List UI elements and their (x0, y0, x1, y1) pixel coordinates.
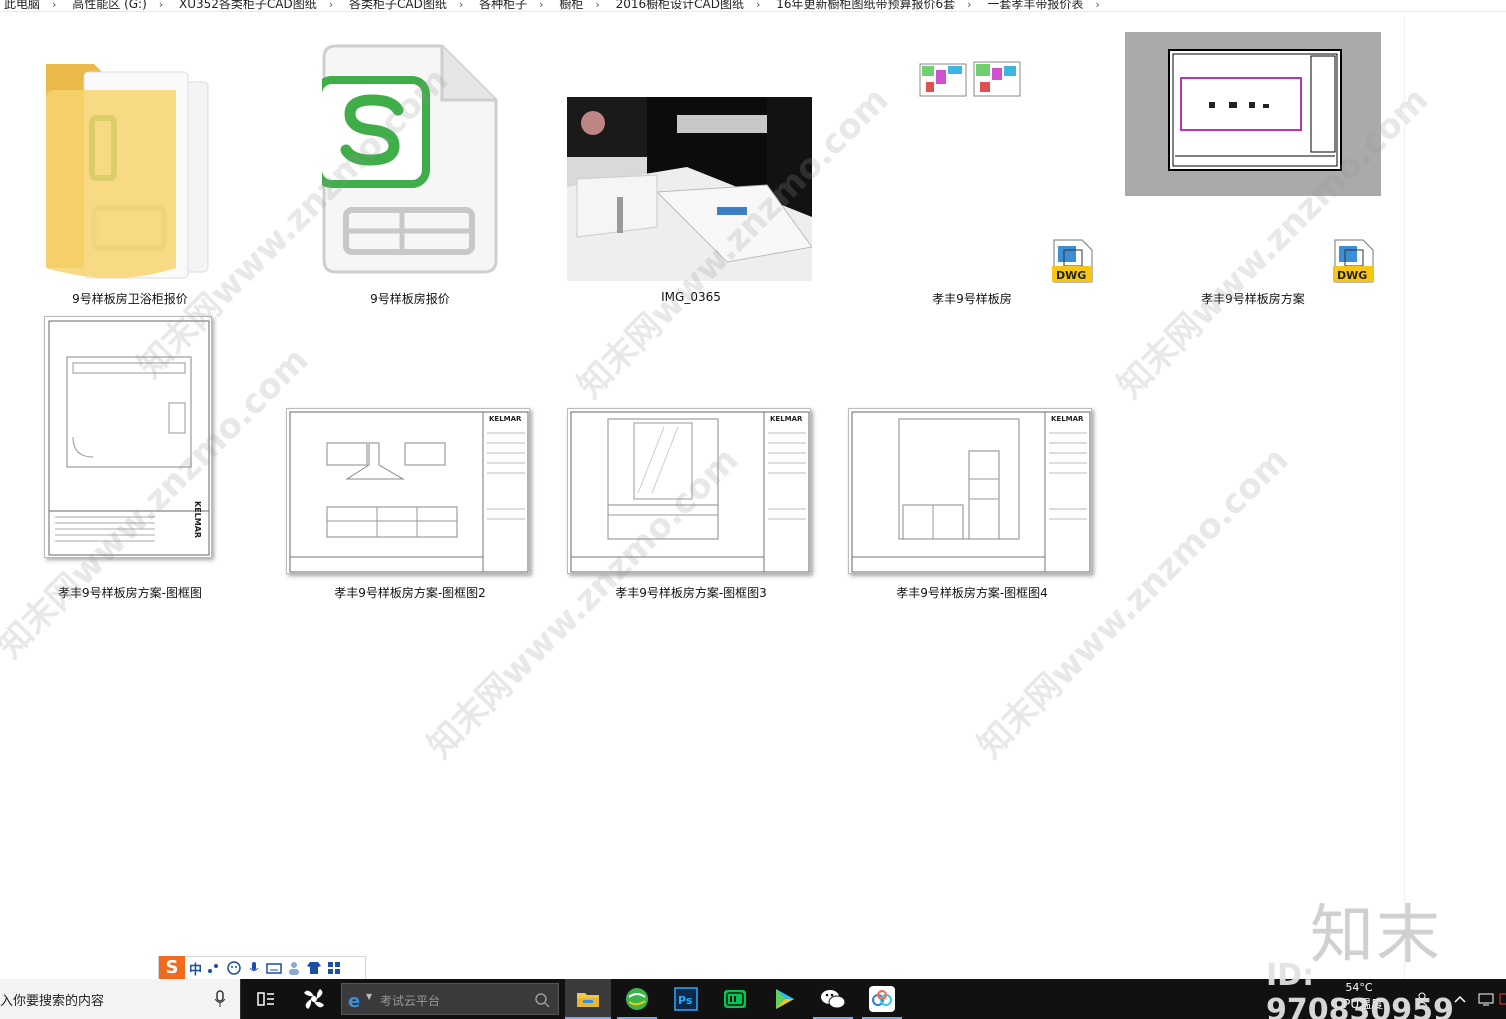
chevron-right-icon[interactable]: › (531, 0, 551, 15)
svg-text:Ps: Ps (678, 994, 693, 1007)
breadcrumb: 此电脑 › 高性能区 (G:) › XU352各类柜子CAD图纸 › 各类柜子CAD图… (0, 0, 1506, 12)
chevron-right-icon[interactable]: › (1087, 0, 1107, 15)
drawing-thumbnail: KELMAR (567, 408, 811, 574)
file-name: 孝丰9号样板房方案-图框图4 (896, 586, 1048, 600)
punctuation-icon[interactable] (206, 961, 222, 975)
breadcrumb-item[interactable]: 16年更新橱柜图纸带预算报价6套 (772, 0, 959, 14)
breadcrumb-item[interactable]: 橱柜 (555, 0, 587, 14)
ie-icon[interactable]: e (346, 990, 366, 1010)
folder-spreadsheet-icon (46, 64, 209, 279)
skin-shirt-icon[interactable] (306, 961, 322, 975)
file-item[interactable]: 9号样板房报价 (280, 40, 540, 310)
file-item[interactable]: KELMAR 孝丰9号样板房方案-图框图4 (842, 314, 1102, 600)
breadcrumb-item[interactable]: 一套孝丰带报价表 (983, 0, 1087, 14)
file-name: 孝丰9号样板房 (932, 292, 1012, 306)
file-list: 9号样板房卫浴柜报价 9号样板房报价 IMG_0365 DWG 孝丰9号样板房 … (0, 16, 1436, 979)
file-item[interactable]: DWG 孝丰9号样板房 (842, 40, 1102, 310)
video-player-icon[interactable] (770, 985, 798, 1013)
cad-layout-preview (1125, 32, 1381, 196)
chevron-right-icon[interactable]: › (748, 0, 768, 15)
floor-plan-preview (919, 61, 1021, 97)
breadcrumb-item[interactable]: 各类柜子CAD图纸 (345, 0, 451, 14)
taskbar-search-box[interactable]: 入你要搜索的内容 (0, 979, 241, 1019)
dwg-badge-text: DWG (1056, 269, 1086, 282)
photoshop-icon[interactable]: Ps (672, 985, 700, 1013)
ime-logo-icon[interactable]: S (159, 956, 185, 980)
chevron-right-icon[interactable]: › (321, 0, 341, 15)
file-item[interactable]: 9号样板房卫浴柜报价 (0, 40, 260, 310)
chevron-right-icon[interactable]: › (451, 0, 471, 15)
drawing-brand-logo: KELMAR (770, 415, 803, 423)
file-item[interactable]: IMG_0365 (561, 40, 821, 310)
ie-placeholder: 考试云平台 (380, 994, 441, 1008)
svg-text:e: e (348, 991, 360, 1010)
chevron-right-icon[interactable]: › (151, 0, 171, 15)
watermark-id: ID: 970830959 (1266, 958, 1454, 1019)
wechat-icon[interactable] (819, 985, 847, 1013)
drawing-brand-logo: KELMAR (489, 415, 522, 423)
search-placeholder: 入你要搜索的内容 (0, 994, 105, 1009)
user-icon[interactable] (286, 961, 302, 975)
microphone-icon[interactable] (246, 961, 262, 975)
ime-toolbar[interactable]: S 中 (158, 956, 366, 980)
ie-address-box[interactable]: e ▼ 考试云平台 (341, 983, 559, 1015)
file-item[interactable]: KELMAR 孝丰9号样板房方案-图框图2 (280, 314, 540, 600)
dwg-badge-text: DWG (1337, 269, 1367, 282)
ime-mode-toggle[interactable]: 中 (189, 959, 202, 978)
emoji-icon[interactable] (226, 961, 242, 975)
file-name: 孝丰9号样板房方案-图框图3 (615, 586, 767, 600)
drawing-brand-logo: KELMAR (1051, 415, 1084, 423)
chevron-right-icon[interactable]: › (959, 0, 979, 15)
microphone-icon[interactable] (214, 990, 226, 1008)
drawing-thumbnail: KELMAR (44, 316, 212, 558)
file-name: 9号样板房卫浴柜报价 (72, 292, 188, 306)
dwg-badge-icon: DWG (1052, 239, 1093, 283)
task-view-icon[interactable] (252, 985, 280, 1013)
breadcrumb-item[interactable]: XU352各类柜子CAD图纸 (175, 0, 321, 14)
file-item[interactable]: DWG 孝丰9号样板房方案 (1123, 32, 1383, 310)
drawing-brand-logo: KELMAR (193, 501, 202, 538)
drawing-thumbnail: KELMAR (848, 408, 1092, 574)
file-name: 孝丰9号样板房方案-图框图2 (334, 586, 486, 600)
chevron-right-icon[interactable]: › (587, 0, 607, 15)
dwg-badge-icon: DWG (1333, 239, 1374, 283)
file-name: 孝丰9号样板房方案 (1201, 292, 1305, 306)
drawing-thumbnail: KELMAR (286, 408, 530, 574)
scrollbar-track[interactable] (1404, 16, 1405, 979)
chevron-right-icon[interactable]: › (44, 0, 64, 15)
breadcrumb-item[interactable]: 高性能区 (G:) (68, 0, 151, 14)
file-explorer-icon[interactable] (574, 985, 602, 1013)
file-name: 孝丰9号样板房方案-图框图 (58, 586, 202, 600)
file-item[interactable]: KELMAR 孝丰9号样板房方案-图框图3 (561, 314, 821, 600)
file-name: 9号样板房报价 (370, 292, 450, 306)
search-icon[interactable] (534, 992, 550, 1008)
keyboard-icon[interactable] (266, 961, 282, 975)
breadcrumb-item[interactable]: 2016橱柜设计CAD图纸 (612, 0, 748, 14)
fan-app-icon[interactable] (300, 985, 328, 1013)
breadcrumb-item[interactable]: 各种柜子 (475, 0, 531, 14)
breadcrumb-item[interactable]: 此电脑 (0, 0, 44, 14)
spreadsheet-icon (322, 44, 498, 274)
iqiyi-icon[interactable] (721, 985, 749, 1013)
file-name: IMG_0365 (661, 290, 721, 304)
toolbox-grid-icon[interactable] (326, 961, 342, 975)
browser-360-icon[interactable] (623, 985, 651, 1013)
dropdown-arrow-icon[interactable]: ▼ (366, 992, 372, 1001)
kitchen-photo-thumbnail (567, 97, 812, 281)
file-item[interactable]: KELMAR 孝丰9号样板房方案-图框图 (0, 314, 260, 600)
baidu-netdisk-icon[interactable] (868, 985, 896, 1013)
